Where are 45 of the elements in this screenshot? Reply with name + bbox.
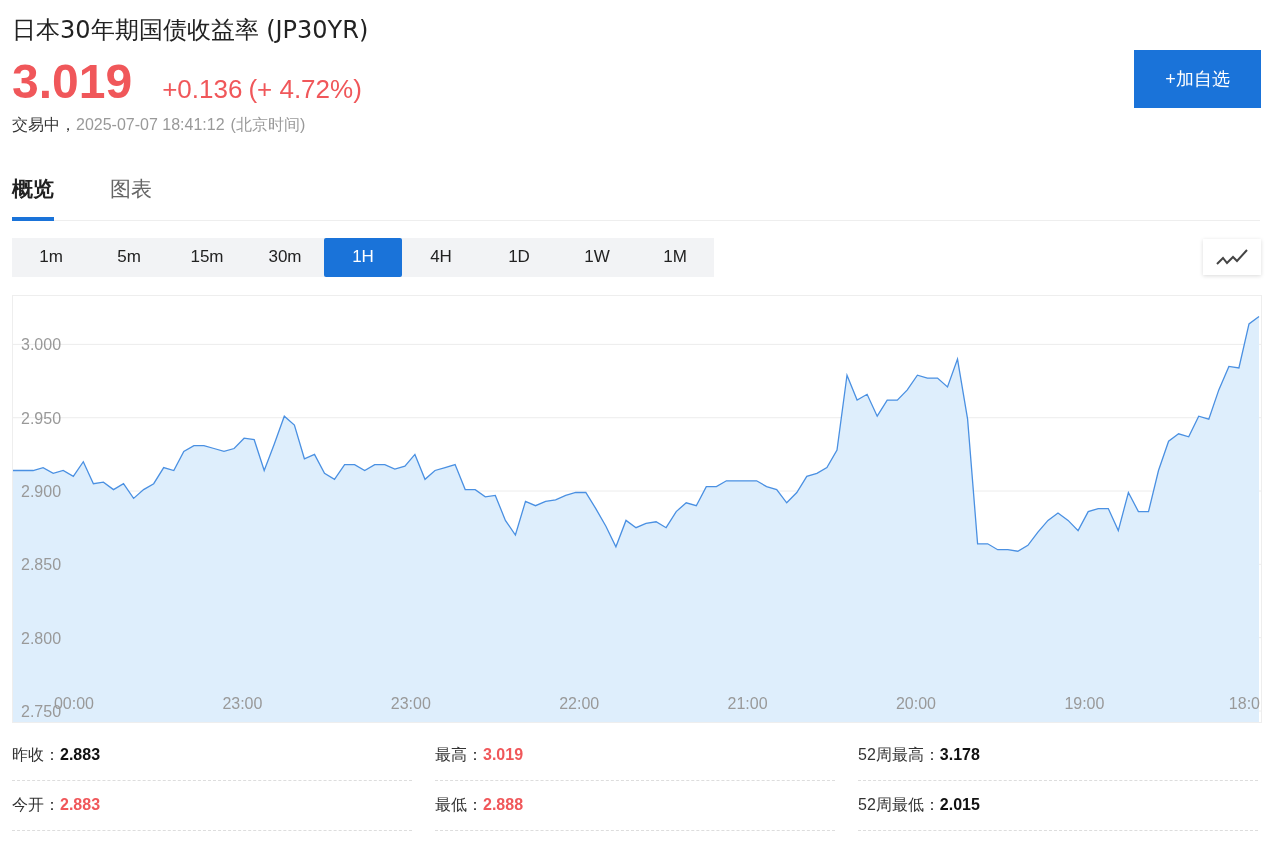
interval-button[interactable]: 30m [246,237,324,277]
stat-label: 最低： [435,795,483,815]
interval-button[interactable]: 1m [12,237,90,277]
axis-label: 23:00 [390,694,431,712]
axis-label: 21:00 [727,694,768,712]
interval-button[interactable]: 1D [480,237,558,277]
timezone-label: (北京时间) [230,115,306,135]
axis-label: 18:0 [1228,694,1260,712]
axis-label: 20:00 [896,694,936,712]
stat-value: 2.888 [483,795,524,815]
stat-label: 最高： [435,745,483,765]
axis-label: 19:00 [1064,694,1105,712]
chart-type-button[interactable] [1203,239,1261,275]
price-value: 3.019 [12,56,133,108]
stat-value: 2.883 [60,745,101,765]
trading-status: 交易中， [12,115,76,135]
axis-label: 2.800 [21,629,62,647]
tab[interactable]: 图表 [110,173,152,221]
interval-button[interactable]: 1W [558,237,636,277]
interval-button[interactable]: 5m [90,237,168,277]
interval-button[interactable]: 1H [324,237,402,277]
change-value: +0.136 [162,73,243,106]
stat-value: 3.019 [483,745,524,765]
axis-label: 2.950 [21,409,62,427]
stat-label: 52周最高： [858,745,940,765]
line-chart-icon [1215,247,1249,267]
add-watchlist-button[interactable]: +加自选 [1134,50,1261,108]
stat-value: 2.015 [939,795,980,815]
interval-button[interactable]: 15m [168,237,246,277]
stat-label: 今开： [12,795,60,815]
stat-value: 2.883 [60,795,101,815]
axis-label: 23:00 [222,694,263,712]
stat-value: 3.178 [939,745,980,765]
axis-label: 2.900 [21,482,62,500]
stat-label: 昨收： [12,745,60,765]
axis-label: 2.850 [21,555,62,573]
axis-label: 22:00 [559,694,600,712]
page-title: 日本30年期国债收益率 (JP30YR) [12,15,369,46]
stat-label: 52周最低： [858,795,940,815]
change-percent: (+ 4.72%) [248,73,362,106]
interval-button[interactable]: 1M [636,237,714,277]
axis-label: 3.000 [21,335,62,353]
interval-button[interactable]: 4H [402,237,480,277]
timestamp: 2025-07-07 18:41:12 [76,115,225,135]
tab[interactable]: 概览 [12,173,54,221]
